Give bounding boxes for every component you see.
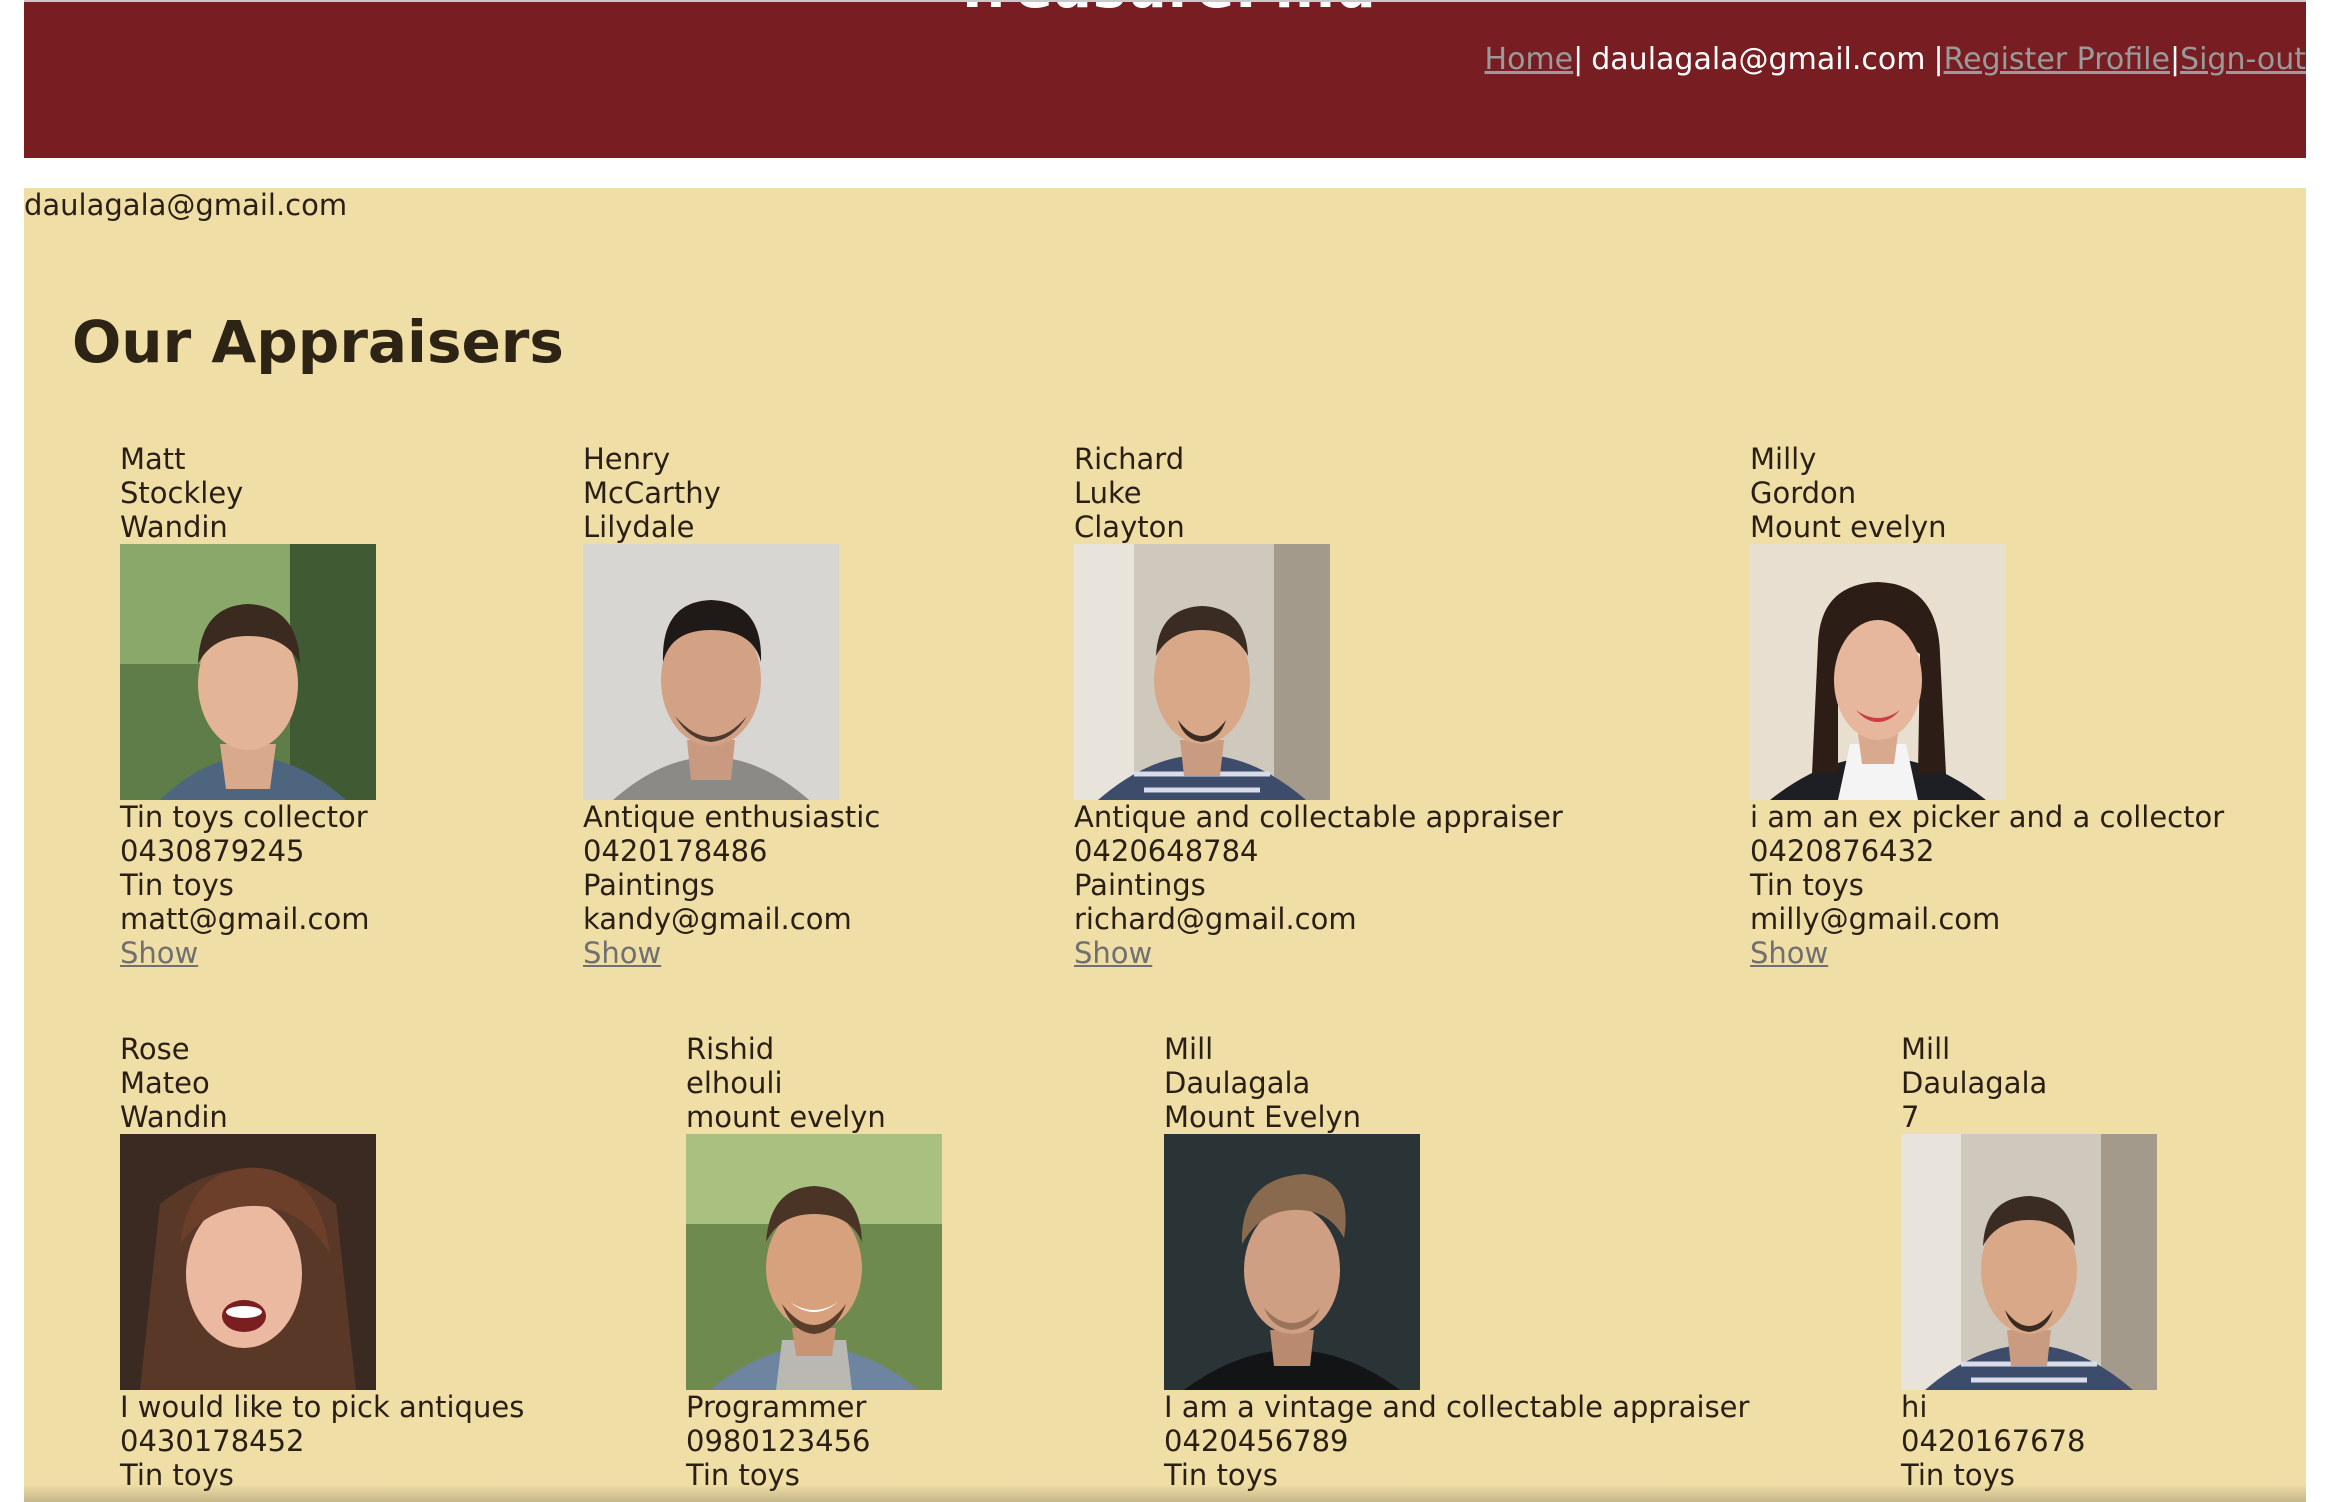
appraiser-bio: hi [1901,1390,1928,1424]
appraiser-last-name: elhouli [686,1066,783,1100]
appraiser-first-name: Richard [1074,442,1185,476]
nav-separator: | [1573,42,1584,77]
appraiser-card: Rose Mateo Wandin I would like to pick a… [120,1032,524,1492]
appraiser-phone: 0420456789 [1164,1424,1349,1458]
appraiser-location: Wandin [120,1100,228,1134]
appraiser-first-name: Milly [1750,442,1817,476]
appraiser-specialty: Tin toys [120,868,234,902]
appraiser-first-name: Rose [120,1032,190,1066]
appraiser-phone: 0420648784 [1074,834,1259,868]
appraiser-email: kandy@gmail.com [583,902,852,936]
nav-signout-link[interactable]: Sign-out [2180,42,2306,77]
appraiser-photo [120,1134,376,1390]
appraiser-first-name: Rishid [686,1032,775,1066]
appraiser-first-name: Matt [120,442,186,476]
appraiser-location: Wandin [120,510,228,544]
nav-user-email: daulagala@gmail.com [1591,42,1926,77]
appraiser-photo [1164,1134,1420,1390]
site-title: TreasureFind [24,2,2306,21]
nav-register-profile-link[interactable]: Register Profile [1944,42,2170,77]
appraiser-card: Milly Gordon Mount evelyn i am an ex pic… [1750,442,2224,970]
appraiser-location: Mount evelyn [1750,510,1947,544]
appraiser-phone: 0420876432 [1750,834,1935,868]
appraiser-phone: 0430178452 [120,1424,305,1458]
appraiser-last-name: Mateo [120,1066,210,1100]
appraiser-specialty: Tin toys [1750,868,1864,902]
appraiser-phone: 0430879245 [120,834,305,868]
top-nav: Home| daulagala@gmail.com |Register Profil… [1485,42,2306,77]
appraiser-photo [583,544,839,800]
appraiser-email: milly@gmail.com [1750,902,2001,936]
appraiser-photo [1074,544,1330,800]
appraiser-card: Henry McCarthy Lilydale Antique enthusia… [583,442,880,970]
appraiser-specialty: Paintings [583,868,715,902]
appraiser-last-name: Stockley [120,476,244,510]
appraiser-phone: 0420178486 [583,834,768,868]
main-content: daulagala@gmail.com Our Appraisers Matt … [24,188,2306,1502]
appraiser-photo [1901,1134,2157,1390]
show-appraiser-link[interactable]: Show [1750,936,1828,970]
appraiser-first-name: Henry [583,442,671,476]
appraiser-email: richard@gmail.com [1074,902,1357,936]
appraiser-location: 7 [1901,1100,1920,1134]
nav-home-link[interactable]: Home [1485,42,1574,77]
appraiser-bio: Tin toys collector [120,800,368,834]
appraiser-card: Mill Daulagala Mount Evelyn I am a vinta… [1164,1032,1749,1492]
appraiser-location: Lilydale [583,510,695,544]
appraiser-last-name: McCarthy [583,476,721,510]
appraiser-bio: Antique and collectable appraiser [1074,800,1563,834]
appraiser-photo [686,1134,942,1390]
appraiser-location: mount evelyn [686,1100,886,1134]
appraiser-bio: i am an ex picker and a collector [1750,800,2225,834]
appraiser-photo [1750,544,2006,800]
appraiser-email: matt@gmail.com [120,902,370,936]
appraiser-first-name: Mill [1901,1032,1951,1066]
bottom-shadow [24,1484,2306,1502]
appraiser-last-name: Daulagala [1901,1066,2048,1100]
appraiser-phone: 0980123456 [686,1424,871,1458]
appraiser-bio: I would like to pick antiques [120,1390,525,1424]
show-appraiser-link[interactable]: Show [1074,936,1152,970]
page-title: Our Appraisers [72,308,564,376]
appraiser-last-name: Gordon [1750,476,1857,510]
appraiser-phone: 0420167678 [1901,1424,2086,1458]
show-appraiser-link[interactable]: Show [120,936,198,970]
nav-separator: | [1933,42,1944,77]
appraiser-bio: I am a vintage and collectable appraiser [1164,1390,1750,1424]
appraiser-specialty: Paintings [1074,868,1206,902]
nav-separator: | [2169,42,2181,77]
appraiser-location: Clayton [1074,510,1185,544]
appraiser-first-name: Mill [1164,1032,1214,1066]
appraiser-card: Richard Luke Clayton Antique and collect… [1074,442,1563,970]
appraiser-photo [120,544,376,800]
appraiser-location: Mount Evelyn [1164,1100,1362,1134]
appraiser-card: Rishid elhouli mount evelyn Programmer 0… [686,1032,942,1492]
appraiser-bio: Programmer [686,1390,867,1424]
appraiser-bio: Antique enthusiastic [583,800,881,834]
appraiser-card: Mill Daulagala 7 hi 0420167678 Tin toys [1901,1032,2157,1492]
appraiser-card: Matt Stockley Wandin Tin toys collector … [120,442,376,970]
appraiser-last-name: Daulagala [1164,1066,1311,1100]
appraiser-last-name: Luke [1074,476,1142,510]
current-user-email: daulagala@gmail.com [24,188,348,222]
site-header: TreasureFind Home|daulagala@gmail.com|Re… [24,0,2306,158]
show-appraiser-link[interactable]: Show [583,936,661,970]
